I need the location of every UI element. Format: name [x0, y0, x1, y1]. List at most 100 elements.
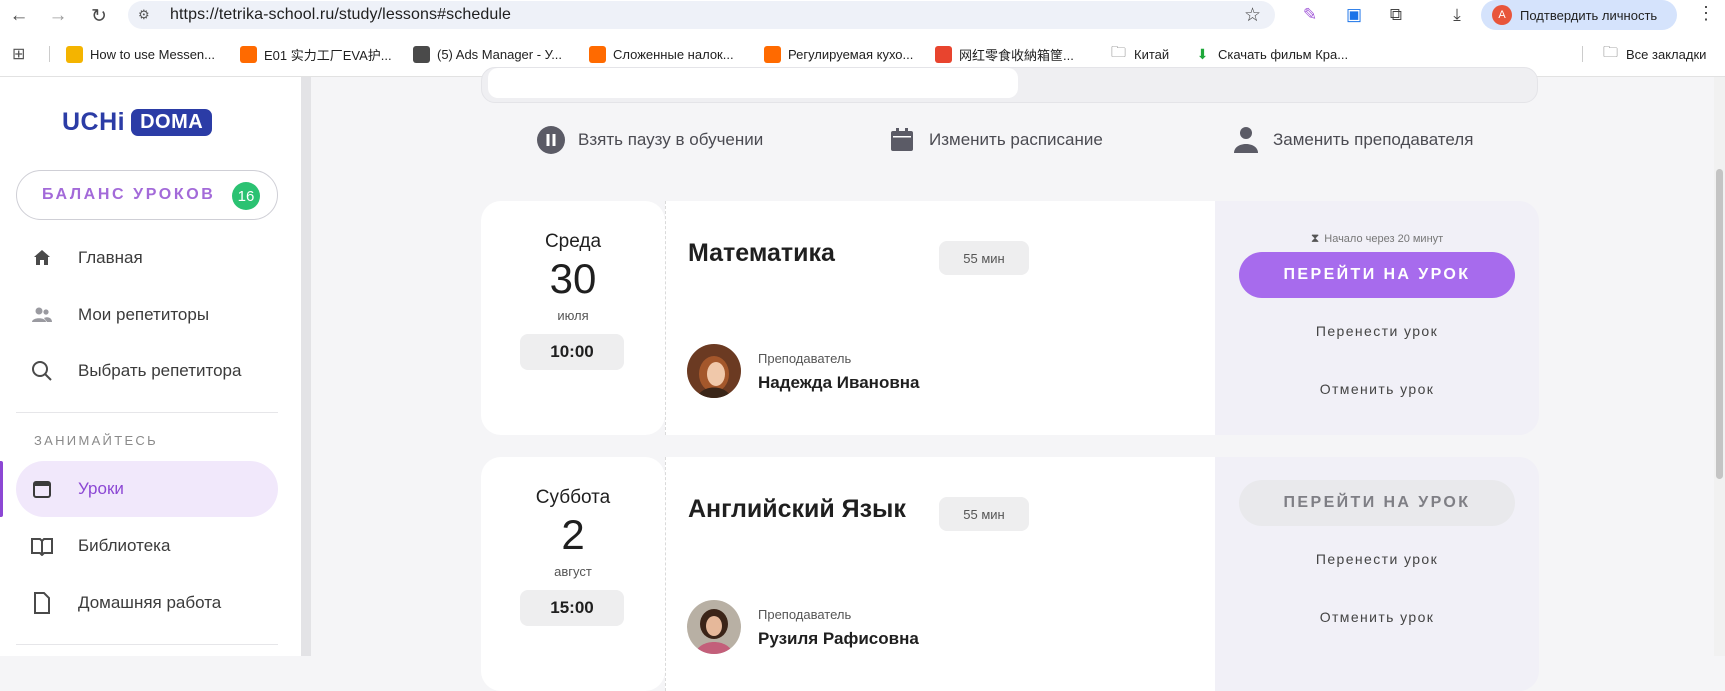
lesson-balance-label: БАЛАНС УРОКОВ — [42, 186, 216, 203]
lessons-tabs — [481, 67, 1538, 103]
sidebar-item-label: Выбрать репетитора — [78, 361, 242, 380]
logo-uchi: UCHi — [62, 107, 126, 136]
browser-chrome: ← → ↻ ⚙ https://tetrika-school.ru/study/… — [0, 0, 1725, 77]
sidebar-item-home[interactable]: Главная — [16, 230, 278, 286]
lesson-balance-button[interactable]: БАЛАНС УРОКОВ 16 — [16, 170, 278, 220]
bookmark-label: E01 实力工厂EVA护... — [264, 47, 392, 63]
sidebar: UCHi DOMA БАЛАНС УРОКОВ 16 Главная Мои р… — [0, 77, 301, 656]
lesson-starts-in: ⧗ Начало через 20 минут — [1215, 231, 1539, 246]
bookmark-label: How to use Messen... — [90, 46, 215, 62]
bookmark-item[interactable]: E01 实力工厂EVA护... — [240, 44, 392, 64]
bookmark-item[interactable]: ⬇ Скачать фильм Кра... — [1194, 44, 1348, 64]
lesson-time: 15:00 — [520, 590, 624, 626]
extensions-puzzle-icon[interactable]: ⧉ — [1384, 3, 1408, 27]
sidebar-item-label: Библиотека — [78, 536, 171, 555]
lesson-time: 10:00 — [520, 334, 624, 370]
download-arrow-icon: ⬇ — [1196, 45, 1209, 62]
aliexpress-icon — [589, 45, 606, 63]
person-icon — [1231, 125, 1261, 155]
sidebar-item-my-tutors[interactable]: Мои репетиторы — [16, 287, 278, 343]
teacher-name[interactable]: Надежда Ивановна — [758, 373, 920, 393]
pause-learning-button[interactable]: Взять паузу в обучении — [536, 120, 763, 160]
apps-grid-icon[interactable]: ⊞ — [12, 44, 25, 64]
teacher-avatar[interactable] — [687, 344, 741, 398]
bookmark-label: Китай — [1134, 46, 1170, 62]
screen-extension-icon[interactable]: ▣ — [1342, 3, 1366, 27]
teacher-avatar[interactable] — [687, 600, 741, 654]
ads-manager-icon — [413, 45, 430, 63]
sidebar-item-label: Мои репетиторы — [78, 305, 210, 324]
site-settings-icon[interactable]: ⚙ — [138, 7, 156, 23]
lesson-info: Математика 55 мин Преподаватель Надежда … — [665, 201, 1215, 435]
lesson-weekday: Суббота — [535, 487, 611, 508]
sidebar-item-library[interactable]: Библиотека — [16, 518, 278, 574]
lesson-duration-badge: 55 мин — [939, 497, 1029, 531]
change-schedule-button[interactable]: Изменить расписание — [887, 120, 1103, 160]
home-icon — [29, 248, 55, 268]
bookmarks-bar: ⊞ How to use Messen... E01 实力工厂EVA护... (5)… — [0, 40, 1725, 68]
reload-icon[interactable]: ↻ — [86, 3, 112, 29]
all-bookmarks-button[interactable]: 🗀 Все закладки — [1602, 44, 1706, 64]
lesson-card: Среда 30 июля 10:00 Математика 55 мин Пр… — [481, 201, 1539, 435]
join-lesson-button[interactable]: ПЕРЕЙТИ НА УРОК — [1239, 252, 1515, 298]
download-icon[interactable]: ⤓ — [1445, 3, 1469, 27]
replace-teacher-label: Заменить преподавателя — [1273, 130, 1474, 149]
back-arrow-icon[interactable]: ← — [6, 3, 32, 29]
lesson-month: июля — [557, 308, 589, 323]
sidebar-section-label: ЗАНИМАЙТЕСЬ — [34, 433, 158, 448]
sidebar-item-find-tutor[interactable]: Выбрать репетитора — [16, 343, 278, 399]
teacher-name[interactable]: Рузиля Рафисовна — [758, 629, 919, 649]
bookmark-item[interactable]: How to use Messen... — [66, 44, 215, 64]
bookmark-item[interactable]: Сложенные налок... — [589, 44, 734, 64]
replace-teacher-button[interactable]: Заменить преподавателя — [1231, 120, 1473, 160]
pause-learning-label: Взять паузу в обучении — [578, 130, 764, 149]
verify-identity-label: Подтвердить личность — [1520, 7, 1658, 23]
lesson-weekday: Среда — [544, 231, 602, 252]
forward-arrow-icon[interactable]: → — [45, 3, 71, 29]
cancel-lesson-button[interactable]: Отменить урок — [1215, 609, 1539, 625]
browser-toolbar: ← → ↻ ⚙ https://tetrika-school.ru/study/… — [0, 0, 1725, 30]
folder-icon: 🗀 — [1602, 43, 1618, 61]
bookmark-item[interactable]: 🗀 Китай — [1110, 44, 1169, 64]
users-icon — [29, 306, 55, 324]
lesson-duration-badge: 55 мин — [939, 241, 1029, 275]
profile-avatar: A — [1492, 5, 1512, 25]
address-bar[interactable]: ⚙ https://tetrika-school.ru/study/lesson… — [128, 1, 1275, 29]
sidebar-scrollbar[interactable] — [301, 77, 311, 656]
logo[interactable]: UCHi DOMA — [62, 107, 213, 137]
lesson-date: Среда 30 июля 10:00 — [481, 201, 665, 435]
lesson-subject: Математика — [688, 239, 835, 267]
url-text[interactable]: https://tetrika-school.ru/study/lessons#… — [170, 6, 511, 24]
sidebar-item-label: Уроки — [78, 479, 124, 498]
active-indicator — [0, 461, 3, 517]
bookmark-item[interactable]: (5) Ads Manager - У... — [413, 44, 562, 64]
sidebar-item-label: Домашняя работа — [78, 593, 222, 612]
book-icon — [29, 536, 55, 556]
lesson-starts-in-label: Начало через 20 минут — [1324, 232, 1444, 245]
bookmark-label: Скачать фильм Кра... — [1218, 46, 1349, 62]
document-icon — [29, 592, 55, 614]
bookmark-label: Регулируемая кухо... — [788, 46, 914, 62]
bookmark-label: (5) Ads Manager - У... — [437, 46, 563, 62]
scrollbar-thumb[interactable] — [1716, 169, 1723, 479]
cancel-lesson-button[interactable]: Отменить урок — [1215, 381, 1539, 397]
sidebar-item-homework[interactable]: Домашняя работа — [16, 575, 278, 631]
pen-extension-icon[interactable]: ✎ — [1298, 3, 1322, 27]
join-lesson-button[interactable]: ПЕРЕЙТИ НА УРОК — [1239, 480, 1515, 526]
bookmark-item[interactable]: 网红零食收納箱筐... — [935, 44, 1074, 64]
aliexpress-icon — [935, 45, 952, 63]
search-icon — [29, 360, 55, 382]
sidebar-item-lessons[interactable]: Уроки — [16, 461, 278, 517]
lesson-actions: ⧗ Начало через 20 минут ПЕРЕЙТИ НА УРОК … — [1215, 201, 1539, 435]
bookmark-item[interactable]: Регулируемая кухо... — [764, 44, 913, 64]
browser-menu-icon[interactable]: ⋮ — [1697, 3, 1715, 24]
bookmarks-divider — [1582, 46, 1583, 62]
reschedule-lesson-button[interactable]: Перенести урок — [1215, 323, 1539, 339]
sidebar-item-label: Главная — [78, 248, 143, 267]
page-scrollbar[interactable] — [1714, 77, 1725, 656]
verify-identity-button[interactable]: A Подтвердить личность — [1481, 0, 1677, 30]
reschedule-lesson-button[interactable]: Перенести урок — [1215, 551, 1539, 567]
tab-active[interactable] — [488, 68, 1018, 98]
lesson-day: 30 — [549, 255, 597, 302]
bookmark-star-icon[interactable]: ☆ — [1244, 4, 1261, 27]
